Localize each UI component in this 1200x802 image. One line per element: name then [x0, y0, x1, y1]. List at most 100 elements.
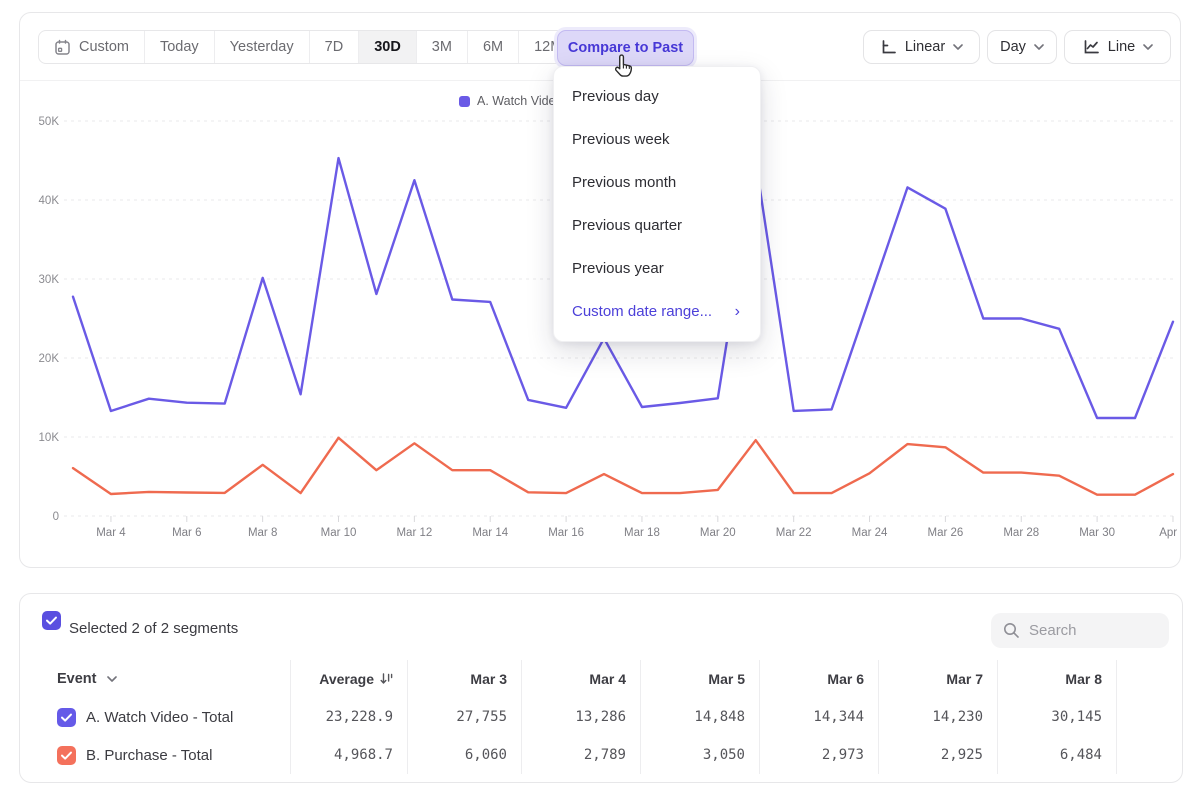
- select-all-checkbox[interactable]: [42, 611, 61, 630]
- menu-item-custom-date-range[interactable]: Custom date range... ›: [554, 290, 760, 333]
- search-icon: [1003, 622, 1020, 639]
- x-tick-label: Mar 10: [321, 527, 357, 539]
- line-chart-icon: [1082, 39, 1100, 56]
- value-cell: 2,973: [759, 736, 878, 774]
- x-tick-label: Mar 4: [96, 527, 126, 539]
- menu-item-label: Previous week: [572, 131, 670, 148]
- menu-item-previous-day[interactable]: Previous day: [554, 75, 760, 118]
- scale-dropdown-button[interactable]: Linear: [863, 30, 980, 64]
- range-3m[interactable]: 3M: [416, 31, 467, 63]
- date-header-label: Mar 7: [946, 671, 983, 687]
- row-checkbox[interactable]: [57, 708, 76, 727]
- table-row-b-purchase-total: B. Purchase - Total4,968.76,0602,7893,05…: [20, 736, 1183, 774]
- column-header-mar-6[interactable]: Mar 6: [759, 660, 878, 698]
- search-input[interactable]: [1029, 622, 1149, 639]
- segments-header-row: Selected 2 of 2 segments: [20, 594, 1182, 654]
- value-cell: 2,789: [521, 736, 640, 774]
- menu-item-label: Previous month: [572, 174, 676, 191]
- chart-type-dropdown-button[interactable]: Line: [1064, 30, 1171, 64]
- chart-type-label: Line: [1108, 39, 1135, 55]
- x-tick-label: Mar 24: [852, 527, 888, 539]
- menu-item-previous-week[interactable]: Previous week: [554, 118, 760, 161]
- column-header-mar-4[interactable]: Mar 4: [521, 660, 640, 698]
- search-box[interactable]: [991, 613, 1169, 648]
- value-cell: 27,755: [407, 698, 521, 736]
- date-range-segmented-control: CustomTodayYesterday7D30D3M6M12M: [38, 30, 578, 64]
- menu-item-label: Custom date range...: [572, 303, 712, 320]
- value-cell: 15,: [1116, 698, 1183, 736]
- column-header-mar-5[interactable]: Mar 5: [640, 660, 759, 698]
- date-header-label: Mar 5: [708, 671, 745, 687]
- date-header-label: Mar 4: [589, 671, 626, 687]
- row-label: B. Purchase - Total: [86, 747, 212, 764]
- x-tick-label: Mar 26: [927, 527, 963, 539]
- segments-table: Event Average Mar 3 Mar 4 Mar 5 Mar 6 Mar 7 Mar…: [20, 660, 1183, 774]
- column-header-mar-3[interactable]: Mar 3: [407, 660, 521, 698]
- x-tick-label: Mar 20: [700, 527, 736, 539]
- value-cell: 6,484: [997, 736, 1116, 774]
- row-label: A. Watch Video - Total: [86, 709, 233, 726]
- range-label: Yesterday: [230, 39, 294, 55]
- column-header-average[interactable]: Average: [290, 660, 407, 698]
- sort-descending-icon: [380, 672, 393, 686]
- x-tick-label: Mar 6: [172, 527, 201, 539]
- row-event-cell: B. Purchase - Total: [20, 746, 290, 765]
- value-cell: 14,344: [759, 698, 878, 736]
- x-tick-label: Mar 8: [248, 527, 277, 539]
- segments-table-card: Selected 2 of 2 segments Event Average Mar…: [19, 593, 1183, 783]
- range-7d[interactable]: 7D: [309, 31, 359, 63]
- value-cell: 4,968.7: [290, 736, 407, 774]
- series-line-b-purchase-total[interactable]: [73, 438, 1173, 495]
- range-label: Custom: [79, 39, 129, 55]
- x-tick-label: Mar 18: [624, 527, 660, 539]
- table-header-row: Event Average Mar 3 Mar 4 Mar 5 Mar 6 Mar 7 Mar…: [20, 660, 1183, 698]
- range-yesterday[interactable]: Yesterday: [214, 31, 309, 63]
- value-cell: 13,286: [521, 698, 640, 736]
- range-label: Today: [160, 39, 199, 55]
- linear-axis-icon: [880, 39, 897, 56]
- event-column-header[interactable]: Event: [20, 671, 290, 687]
- interval-dropdown-button[interactable]: Day: [987, 30, 1057, 64]
- compare-to-past-button[interactable]: Compare to Past: [557, 30, 694, 66]
- y-tick-label: 20K: [39, 353, 60, 365]
- calendar-icon: [54, 39, 71, 56]
- menu-item-previous-quarter[interactable]: Previous quarter: [554, 204, 760, 247]
- column-header-m[interactable]: M: [1116, 660, 1183, 698]
- compare-to-past-label: Compare to Past: [568, 40, 683, 56]
- value-cell: 14,230: [878, 698, 997, 736]
- value-cell: 3,: [1116, 736, 1183, 774]
- x-tick-label: Mar 28: [1003, 527, 1039, 539]
- menu-item-previous-year[interactable]: Previous year: [554, 247, 760, 290]
- row-event-cell: A. Watch Video - Total: [20, 708, 290, 727]
- event-header-label: Event: [57, 671, 97, 687]
- y-tick-label: 40K: [39, 195, 60, 207]
- value-cell: 23,228.9: [290, 698, 407, 736]
- menu-item-previous-month[interactable]: Previous month: [554, 161, 760, 204]
- interval-label: Day: [1000, 39, 1026, 55]
- menu-item-label: Previous quarter: [572, 217, 682, 234]
- value-cell: 14,848: [640, 698, 759, 736]
- column-header-mar-8[interactable]: Mar 8: [997, 660, 1116, 698]
- range-30d[interactable]: 30D: [358, 31, 416, 63]
- chevron-down-icon: [1034, 44, 1044, 50]
- range-6m[interactable]: 6M: [467, 31, 518, 63]
- value-cell: 6,060: [407, 736, 521, 774]
- range-custom[interactable]: Custom: [39, 31, 144, 63]
- range-today[interactable]: Today: [144, 31, 214, 63]
- compare-to-past-menu: Previous day Previous week Previous month P…: [553, 66, 761, 342]
- row-checkbox[interactable]: [57, 746, 76, 765]
- date-header-label: Mar 8: [1065, 671, 1102, 687]
- y-tick-label: 50K: [39, 116, 60, 128]
- chevron-down-icon: [953, 44, 963, 50]
- x-tick-label: Mar 14: [472, 527, 508, 539]
- scale-label: Linear: [905, 39, 945, 55]
- menu-item-label: Previous day: [572, 88, 659, 105]
- date-header-label: Mar 6: [827, 671, 864, 687]
- chevron-right-icon: ›: [735, 304, 740, 320]
- column-header-mar-7[interactable]: Mar 7: [878, 660, 997, 698]
- value-cell: 30,145: [997, 698, 1116, 736]
- date-header-label: Mar 3: [470, 671, 507, 687]
- table-row-a-watch-video-total: A. Watch Video - Total 23,228.927,75513,2…: [20, 698, 1183, 736]
- x-tick-label: Apr 1: [1159, 527, 1180, 539]
- legend-swatch: [459, 96, 470, 107]
